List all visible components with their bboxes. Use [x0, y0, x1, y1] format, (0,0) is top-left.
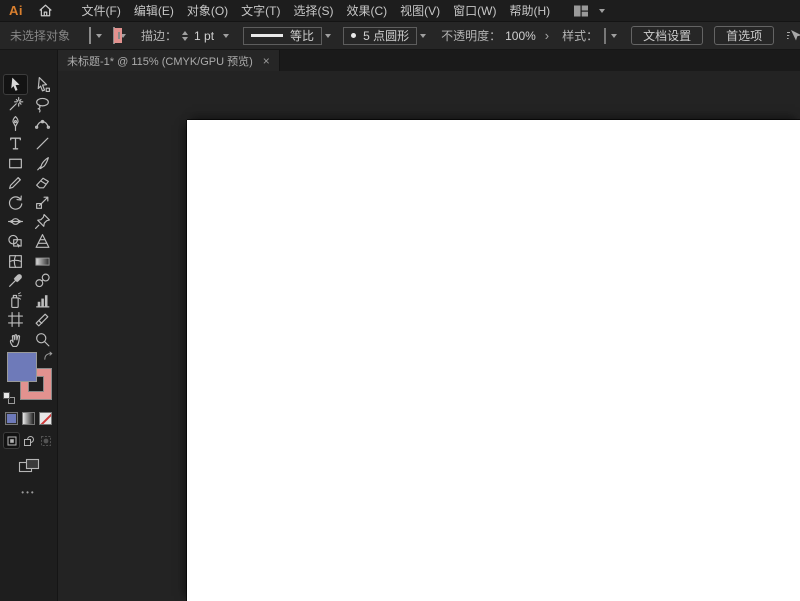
none-button[interactable] — [39, 412, 52, 426]
scale-tool[interactable] — [31, 193, 54, 212]
width-profile-dropdown[interactable]: 等比 — [243, 26, 323, 45]
stroke-weight-stepper[interactable] — [182, 30, 189, 41]
opacity-value[interactable]: 100% — [505, 29, 536, 43]
select-similar-objects-icon[interactable] — [786, 28, 800, 44]
pencil-tool[interactable] — [4, 173, 27, 192]
slice-tool[interactable] — [31, 310, 54, 329]
change-screen-mode-button[interactable] — [18, 458, 40, 477]
blend-tool[interactable] — [31, 271, 54, 290]
zoom-tool[interactable] — [31, 330, 54, 349]
round-brush-preview-icon — [351, 33, 357, 38]
paintbrush-tool[interactable] — [31, 154, 54, 173]
brush-chevron-icon[interactable] — [420, 33, 427, 38]
document-tab-title: 未标题-1* @ 115% (CMYK/GPU 预览) — [67, 55, 253, 68]
opacity-panel-arrow[interactable]: › — [545, 29, 549, 42]
menu-item-edit[interactable]: 编辑(E) — [127, 0, 180, 22]
document-tab[interactable]: 未标题-1* @ 115% (CMYK/GPU 预览) × — [58, 50, 280, 71]
mesh-tool[interactable] — [4, 252, 27, 271]
fill-color-swatch[interactable] — [89, 27, 92, 44]
app-logo: Ai — [9, 3, 23, 18]
column-graph-tool[interactable] — [31, 291, 54, 310]
default-fill-stroke-icon[interactable] — [2, 392, 15, 405]
width-profile-chevron-icon[interactable] — [325, 33, 332, 38]
gradient-tool[interactable] — [31, 252, 54, 271]
menu-item-view[interactable]: 视图(V) — [394, 0, 447, 22]
menu-list: 文件(F) 编辑(E) 对象(O) 文字(T) 选择(S) 效果(C) 视图(V) 窗口(W)… — [75, 0, 557, 22]
fill-color-well[interactable] — [6, 352, 37, 383]
eraser-tool[interactable] — [31, 173, 54, 192]
gradient-button[interactable] — [22, 412, 35, 426]
menu-item-object[interactable]: 对象(O) — [180, 0, 234, 22]
canvas-pasteboard[interactable] — [58, 71, 800, 601]
artboard-tool[interactable] — [4, 310, 27, 329]
tab-close-icon[interactable]: × — [263, 55, 270, 67]
width-profile-value: 等比 — [290, 29, 315, 43]
curvature-tool[interactable] — [31, 114, 54, 133]
width-tool[interactable] — [4, 212, 27, 231]
menu-item-type[interactable]: 文字(T) — [235, 0, 287, 22]
eyedropper-tool[interactable] — [4, 271, 27, 290]
fill-stroke-indicator — [2, 351, 56, 407]
magic-wand-tool[interactable] — [4, 95, 27, 114]
document-tab-bar: 未标题-1* @ 115% (CMYK/GPU 预览) × — [58, 50, 800, 71]
tools-panel: ••• — [0, 50, 58, 601]
stroke-weight-value[interactable]: 1 pt — [194, 29, 214, 43]
shape-builder-tool[interactable] — [4, 232, 27, 251]
stroke-color-swatch[interactable] — [113, 27, 123, 44]
color-button[interactable] — [5, 412, 18, 426]
menu-item-file[interactable]: 文件(F) — [75, 0, 127, 22]
line-segment-tool[interactable] — [31, 134, 54, 153]
lasso-tool[interactable] — [31, 95, 54, 114]
document-setup-button[interactable]: 文档设置 — [631, 26, 704, 45]
style-swatch[interactable] — [604, 27, 607, 44]
fill-color-chevron-icon[interactable] — [96, 33, 103, 38]
menu-item-select[interactable]: 选择(S) — [287, 0, 340, 22]
direct-selection-tool[interactable] — [31, 75, 54, 94]
type-tool[interactable] — [4, 134, 27, 153]
stroke-weight-chevron-icon[interactable] — [223, 33, 230, 38]
drawing-mode-buttons — [4, 433, 53, 449]
pen-tool[interactable] — [4, 114, 27, 133]
menu-item-help[interactable]: 帮助(H) — [503, 0, 557, 22]
document-area: 未标题-1* @ 115% (CMYK/GPU 预览) × — [58, 50, 800, 601]
symbol-sprayer-tool[interactable] — [4, 291, 27, 310]
stroke-weight-label: 描边： — [141, 29, 178, 43]
rectangle-tool[interactable] — [4, 154, 27, 173]
illustrator-window: Ai 文件(F) 编辑(E) 对象(O) 文字(T) 选择(S) 效果(C) 视图(V) 窗口… — [0, 0, 800, 601]
style-label: 样式： — [562, 29, 599, 43]
opacity-label[interactable]: 不透明度： — [441, 27, 501, 44]
home-icon[interactable] — [38, 3, 53, 18]
menu-bar: Ai 文件(F) 编辑(E) 对象(O) 文字(T) 选择(S) 效果(C) 视图(V) 窗口… — [0, 0, 800, 22]
workspace-layout-icon — [573, 5, 588, 16]
chevron-down-icon — [598, 8, 605, 13]
selection-tool[interactable] — [3, 75, 27, 95]
menu-item-effect[interactable]: 效果(C) — [340, 0, 394, 22]
perspective-grid-tool[interactable] — [31, 232, 54, 251]
work-zone: ••• 未标题-1* @ 115% (CMYK/GPU 预览) × — [0, 50, 800, 601]
edit-toolbar-ellipsis[interactable]: ••• — [21, 488, 35, 497]
swap-fill-stroke-icon[interactable] — [43, 351, 54, 365]
hand-tool[interactable] — [4, 330, 27, 349]
artboard[interactable] — [187, 120, 800, 601]
preferences-button[interactable]: 首选项 — [714, 26, 775, 45]
draw-inside-button[interactable] — [38, 433, 53, 448]
brush-definition-dropdown[interactable]: 5 点圆形 — [343, 26, 418, 45]
control-bar: 未选择对象 描边： 1 pt 等比 5 点圆形 不透明度： 100% › 样式：… — [0, 22, 800, 50]
brush-definition-value: 5 点圆形 — [363, 29, 410, 43]
uniform-profile-preview-icon — [251, 34, 284, 37]
draw-behind-button[interactable] — [21, 433, 36, 448]
menu-item-window[interactable]: 窗口(W) — [447, 0, 503, 22]
paint-type-buttons — [5, 412, 52, 426]
style-chevron-icon[interactable] — [611, 33, 618, 38]
selection-status: 未选择对象 — [10, 29, 71, 43]
puppet-warp-tool[interactable] — [31, 212, 54, 231]
rotate-tool[interactable] — [4, 193, 27, 212]
draw-normal-button[interactable] — [4, 433, 19, 449]
workspace-switcher[interactable] — [573, 4, 605, 18]
tool-grid — [2, 75, 56, 349]
